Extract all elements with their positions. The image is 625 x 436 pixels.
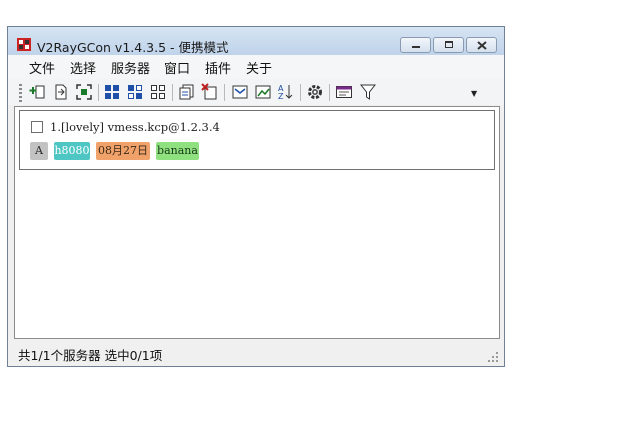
close-icon: [476, 40, 487, 50]
svg-text:Z: Z: [278, 92, 284, 101]
delete-icon: [201, 83, 217, 100]
menu-select[interactable]: 选择: [70, 58, 96, 77]
status-text: 共1/1个服务器 选中0/1项: [18, 348, 163, 363]
menu-window[interactable]: 窗口: [164, 58, 190, 77]
settings-button[interactable]: [306, 83, 324, 101]
sort-icon: AZ: [278, 84, 293, 101]
copy-button[interactable]: [178, 83, 196, 101]
minimize-button[interactable]: [400, 37, 431, 53]
title-bar[interactable]: V2RayGCon v1.4.3.5 - 便携模式: [8, 27, 504, 55]
latency-button[interactable]: [254, 83, 272, 101]
menu-about[interactable]: 关于: [246, 58, 272, 77]
server-title: 1.[lovely] vmess.kcp@1.2.3.4: [50, 120, 220, 134]
server-item[interactable]: 1.[lovely] vmess.kcp@1.2.3.4 A h8080 08月…: [19, 110, 495, 170]
scan-qr-icon: [76, 84, 92, 100]
tag-date: 08月27日: [96, 142, 150, 160]
scan-qr-button[interactable]: [75, 83, 93, 101]
copy-icon: [179, 84, 194, 100]
server-list-panel: 1.[lovely] vmess.kcp@1.2.3.4 A h8080 08月…: [14, 106, 500, 339]
add-server-button[interactable]: [29, 83, 47, 101]
menu-bar: 文件 选择 服务器 窗口 插件 关于: [8, 55, 504, 79]
maximize-icon: [444, 41, 453, 48]
toolbar-separator: [224, 84, 225, 101]
add-server-icon: [29, 85, 45, 99]
toolbar-overflow-button[interactable]: ▼: [471, 89, 477, 98]
main-window: V2RayGCon v1.4.3.5 - 便携模式 文件 选择 服务器 窗口 插…: [7, 26, 505, 367]
select-all-button[interactable]: [103, 83, 121, 101]
server-checkbox[interactable]: [31, 121, 43, 133]
menu-file[interactable]: 文件: [29, 58, 55, 77]
minimize-icon: [411, 46, 420, 48]
select-all-icon: [105, 85, 119, 99]
app-icon: [17, 38, 31, 51]
select-invert-button[interactable]: [126, 83, 144, 101]
filter-button[interactable]: [359, 83, 377, 101]
sort-button[interactable]: AZ: [277, 83, 295, 101]
speed-test-icon: [232, 85, 248, 99]
latency-icon: [255, 85, 271, 99]
menu-plugin[interactable]: 插件: [205, 58, 231, 77]
toolbar-grip[interactable]: [19, 84, 22, 102]
maximize-button[interactable]: [433, 37, 464, 53]
select-none-icon: [151, 85, 165, 99]
window-title: V2RayGCon v1.4.3.5 - 便携模式: [37, 40, 229, 55]
log-window-icon: [336, 86, 352, 98]
resize-grip-icon[interactable]: [488, 352, 498, 362]
toolbar-separator: [329, 84, 330, 101]
menu-server[interactable]: 服务器: [111, 58, 150, 77]
select-none-button[interactable]: [149, 83, 167, 101]
tag-custom: banana: [156, 142, 199, 160]
delete-button[interactable]: [201, 83, 219, 101]
status-bar: 共1/1个服务器 选中0/1项: [8, 341, 504, 366]
toolbar-separator: [300, 84, 301, 101]
import-button[interactable]: [52, 83, 70, 101]
log-window-button[interactable]: [335, 83, 353, 101]
close-button[interactable]: [466, 37, 497, 53]
toolbar: AZ ▼: [8, 79, 504, 105]
tag-inbound: h8080: [54, 142, 90, 160]
speed-test-button[interactable]: [231, 83, 249, 101]
toolbar-separator: [98, 84, 99, 101]
import-icon: [55, 84, 67, 100]
toolbar-separator: [172, 84, 173, 101]
select-invert-icon: [128, 85, 142, 99]
tag-mark[interactable]: A: [30, 142, 48, 160]
filter-icon: [359, 84, 377, 100]
settings-icon: [308, 85, 322, 99]
